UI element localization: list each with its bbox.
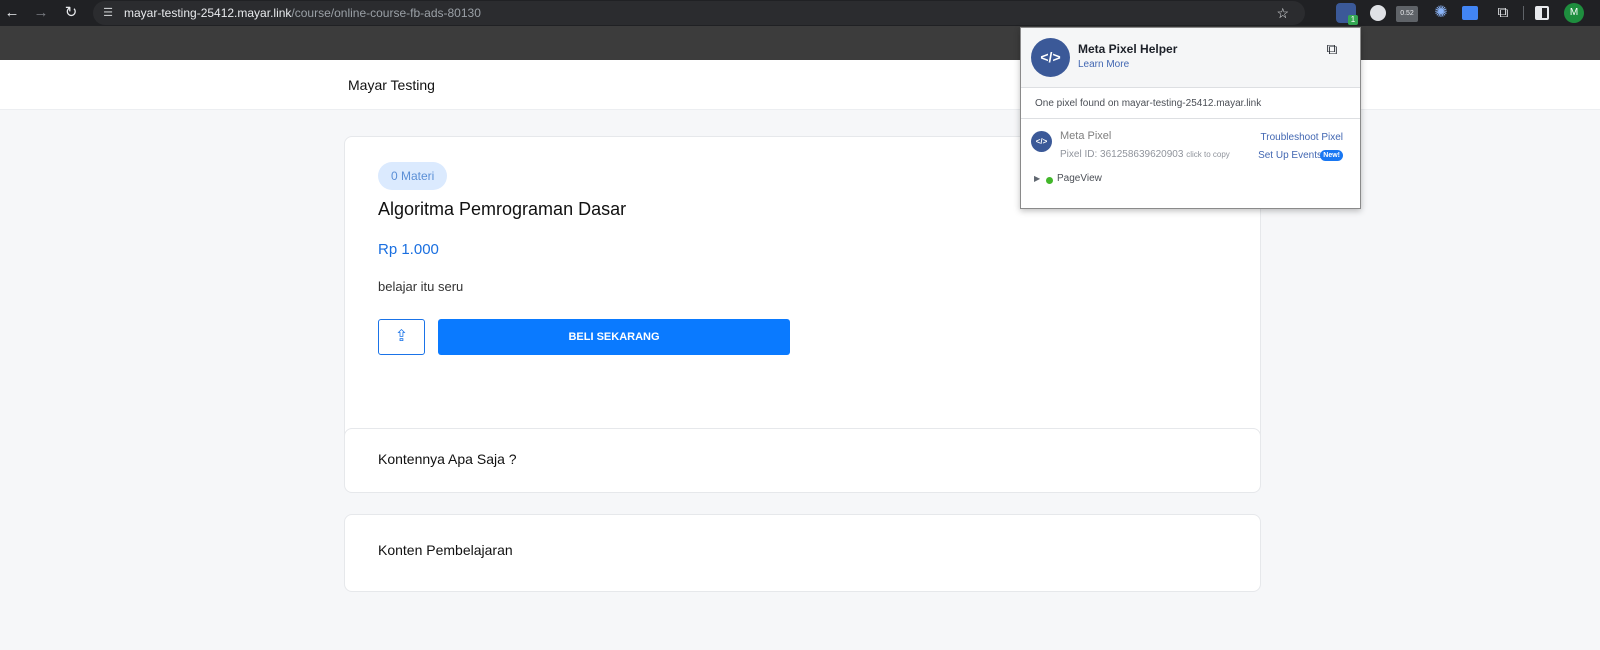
troubleshoot-pixel-link[interactable]: Troubleshoot Pixel	[1261, 132, 1343, 143]
counter-extension-icon[interactable]: 0.52	[1396, 6, 1418, 22]
site-info-icon[interactable]: ☰	[101, 6, 115, 20]
learning-section-card[interactable]: Konten Pembelajaran	[344, 514, 1261, 592]
share-icon: ⇪	[394, 328, 409, 345]
forward-icon[interactable]: →	[31, 3, 51, 23]
meta-pixel-logo-icon: </>	[1031, 38, 1070, 77]
url-text[interactable]: mayar-testing-25412.mayar.link/course/on…	[124, 6, 481, 20]
puzzle-icon[interactable]: ⧉	[1493, 3, 1513, 23]
back-icon[interactable]: ←	[2, 3, 22, 23]
course-price: Rp 1.000	[378, 241, 439, 258]
toolbar-divider	[1523, 6, 1524, 20]
share-button[interactable]: ⇪	[378, 319, 425, 355]
learning-section-title: Konten Pembelajaran	[378, 542, 513, 558]
buy-now-button[interactable]: BELI SEKARANG	[438, 319, 790, 355]
pixel-code-icon: </>	[1031, 131, 1052, 152]
learn-more-link[interactable]: Learn More	[1078, 59, 1129, 70]
pixel-id[interactable]: Pixel ID: 361258639620903 click to copy	[1060, 149, 1230, 160]
new-badge: New!	[1320, 150, 1343, 161]
pixel-found-text: One pixel found on mayar-testing-25412.m…	[1035, 98, 1262, 109]
star-icon[interactable]: ☆	[1276, 5, 1289, 21]
event-pageview[interactable]: PageView	[1057, 173, 1102, 184]
url-path: /course/online-course-fb-ads-80130	[291, 6, 481, 20]
pixel-helper-extension-icon[interactable]: 1	[1336, 3, 1358, 25]
url-host: mayar-testing-25412.mayar.link	[124, 6, 292, 20]
course-title: Algoritma Pemrograman Dasar	[378, 199, 627, 219]
popup-title: Meta Pixel Helper	[1078, 42, 1178, 56]
setup-events-link[interactable]: Set Up Events	[1258, 150, 1322, 161]
popup-header: </> Meta Pixel Helper Learn More ⧉	[1021, 28, 1360, 88]
brand-name[interactable]: Mayar Testing	[348, 77, 435, 93]
contents-section-card[interactable]: Kontennya Apa Saja ?	[344, 428, 1261, 493]
pixel-name: Meta Pixel	[1060, 130, 1112, 142]
pixel-helper-popup: </> Meta Pixel Helper Learn More ⧉ One p…	[1020, 27, 1361, 209]
browser-toolbar: ← → ↻ ☰ mayar-testing-25412.mayar.link/c…	[0, 0, 1600, 26]
success-check-icon	[1046, 177, 1053, 184]
course-description: belajar itu seru	[378, 279, 464, 294]
expand-caret-icon[interactable]: ▶	[1034, 174, 1040, 183]
gear-extension-icon[interactable]: ✺	[1431, 3, 1451, 23]
extension-badge: 1	[1348, 15, 1358, 25]
clock-extension-icon[interactable]	[1370, 5, 1386, 21]
click-to-copy-hint: click to copy	[1186, 150, 1230, 159]
contents-section-title: Kontennya Apa Saja ?	[378, 451, 517, 467]
open-external-icon[interactable]: ⧉	[1323, 41, 1341, 59]
reload-icon[interactable]: ↻	[61, 3, 81, 23]
profile-avatar[interactable]: M	[1564, 3, 1584, 23]
popup-divider	[1021, 118, 1360, 119]
materi-count-badge: 0 Materi	[378, 162, 448, 190]
side-panel-icon[interactable]	[1535, 6, 1549, 20]
blue-extension-icon[interactable]	[1462, 6, 1478, 20]
address-bar[interactable]: ☰ mayar-testing-25412.mayar.link/course/…	[93, 1, 1305, 25]
pixel-id-value: Pixel ID: 361258639620903	[1060, 149, 1184, 160]
